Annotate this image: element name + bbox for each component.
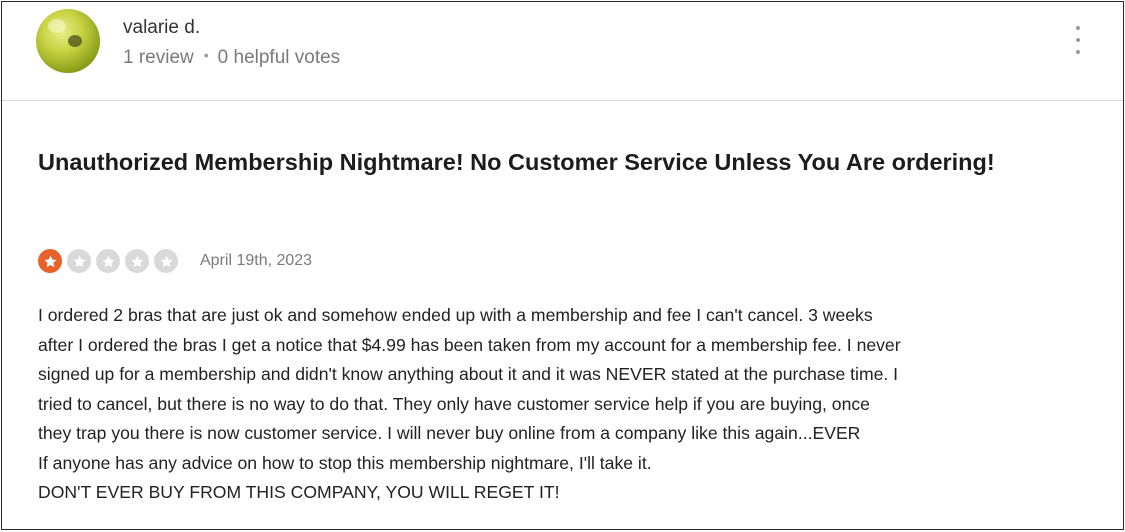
review-body: I ordered 2 bras that are just ok and so… <box>38 301 1098 508</box>
review-date: April 19th, 2023 <box>200 252 313 269</box>
review-body-line: I ordered 2 bras that are just ok and so… <box>38 305 873 325</box>
review-body-line: tried to cancel, but there is no way to … <box>38 393 870 414</box>
star-rating <box>38 249 183 273</box>
review-card: valarie d. 1 review • 0 helpful votes Unau… <box>1 1 1124 530</box>
avatar-highlight <box>48 19 66 33</box>
reviewer-avatar[interactable] <box>36 9 100 73</box>
reviewer-name[interactable]: valarie d. <box>123 17 200 39</box>
star-empty-icon <box>154 249 178 273</box>
avatar-detail <box>68 35 82 47</box>
more-vertical-icon[interactable] <box>1071 26 1085 54</box>
review-title: Unauthorized Membership Nightmare! No Cu… <box>38 149 995 175</box>
helpful-votes-count: 0 helpful votes <box>217 47 341 68</box>
rating-row: April 19th, 2023 <box>38 248 312 274</box>
star-empty-icon <box>125 249 149 273</box>
meta-separator: • <box>203 47 209 63</box>
review-body-line: they trap you there is now customer serv… <box>38 423 861 443</box>
star-empty-icon <box>67 249 91 273</box>
star-filled-icon <box>38 249 62 273</box>
reviewer-header: valarie d. 1 review • 0 helpful votes <box>2 2 1123 101</box>
reviewer-stats: 1 review • 0 helpful votes <box>123 47 340 69</box>
star-empty-icon <box>96 249 120 273</box>
review-count: 1 review <box>123 47 194 68</box>
review-body-line: If anyone has any advice on how to stop … <box>38 452 652 473</box>
review-body-line: DON'T EVER BUY FROM THIS COMPANY, YOU WI… <box>38 482 560 502</box>
review-body-line: after I ordered the bras I get a notice … <box>38 334 901 355</box>
review-body-line: signed up for a membership and didn't kn… <box>38 364 899 384</box>
